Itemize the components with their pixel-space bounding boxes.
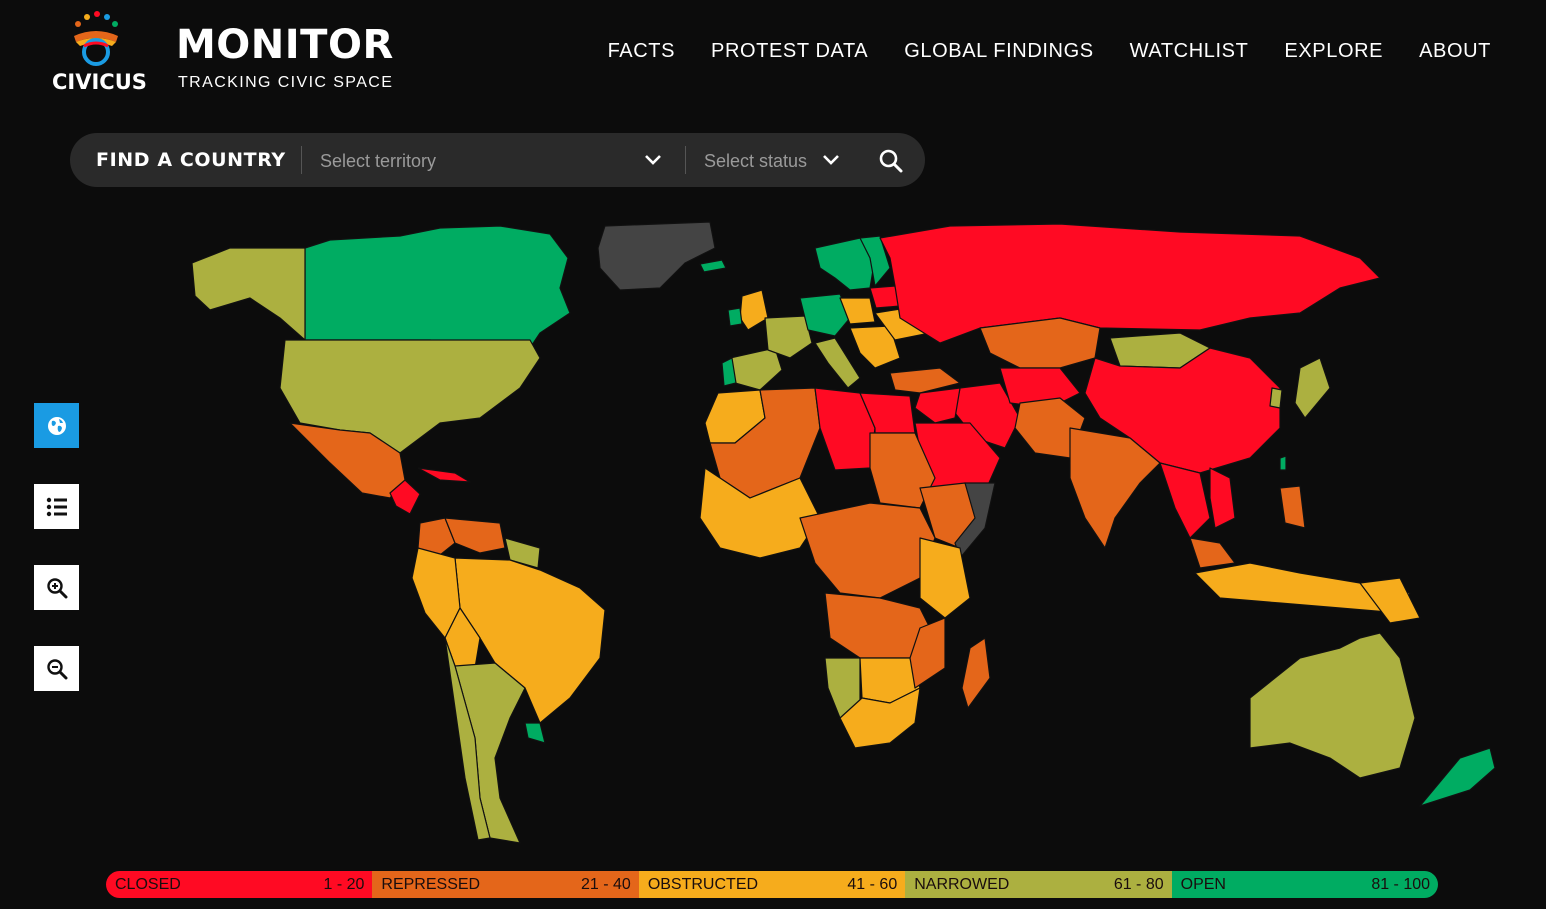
brand-subtitle: TRACKING CIVIC SPACE bbox=[178, 74, 394, 91]
country-ireland bbox=[727, 307, 743, 327]
country-greenland bbox=[597, 221, 716, 291]
find-country-label: FIND A COUNTRY bbox=[96, 149, 286, 171]
zoom-out-button[interactable] bbox=[34, 646, 79, 691]
country-australia bbox=[1249, 632, 1416, 779]
logo-text: CIVICUS bbox=[52, 70, 147, 94]
nav-explore[interactable]: EXPLORE bbox=[1284, 40, 1383, 63]
legend-label: OBSTRUCTED bbox=[647, 875, 759, 893]
country-central-africa bbox=[799, 502, 936, 599]
country-russia bbox=[879, 223, 1381, 344]
country-cuba bbox=[417, 467, 471, 483]
country-madagascar bbox=[961, 637, 991, 709]
country-iceland bbox=[699, 259, 727, 273]
legend-label: CLOSED bbox=[115, 875, 181, 893]
globe-view-button[interactable] bbox=[34, 403, 79, 448]
territory-placeholder: Select territory bbox=[320, 151, 437, 171]
country-uruguay bbox=[524, 722, 546, 744]
status-placeholder: Select status bbox=[704, 151, 808, 171]
country-vietnam bbox=[1209, 467, 1236, 529]
main-nav: FACTS PROTEST DATA GLOBAL FINDINGS WATCH… bbox=[608, 40, 1491, 63]
legend-narrowed[interactable]: NARROWED 61 - 80 bbox=[905, 871, 1172, 898]
logo-mark-icon bbox=[74, 11, 118, 66]
country-south-korea bbox=[1269, 387, 1283, 409]
country-alaska bbox=[191, 247, 306, 341]
legend-label: NARROWED bbox=[914, 875, 1010, 893]
country-kazakhstan bbox=[979, 317, 1101, 369]
civicus-logo[interactable]: CIVICUS bbox=[52, 10, 148, 98]
country-canada bbox=[304, 225, 571, 349]
zoom-in-button[interactable] bbox=[34, 565, 79, 610]
globe-icon bbox=[47, 416, 66, 435]
country-italy bbox=[814, 337, 861, 389]
legend-range: 41 - 60 bbox=[847, 875, 898, 893]
country-malaysia bbox=[1189, 537, 1236, 569]
zoom-out-icon bbox=[46, 658, 67, 679]
legend-label: REPRESSED bbox=[381, 875, 481, 893]
nav-watchlist[interactable]: WATCHLIST bbox=[1130, 40, 1249, 63]
zoom-in-icon bbox=[46, 577, 67, 598]
chevron-down-icon bbox=[645, 155, 661, 165]
brand-title: MONITOR bbox=[176, 22, 394, 68]
country-france bbox=[764, 315, 813, 359]
territory-select[interactable]: Select territory bbox=[302, 133, 664, 187]
country-myanmar-thailand bbox=[1159, 462, 1211, 539]
country-spain bbox=[729, 347, 783, 391]
legend-range: 21 - 40 bbox=[581, 875, 631, 893]
legend-open[interactable]: OPEN 81 - 100 bbox=[1171, 871, 1438, 898]
world-map[interactable] bbox=[100, 218, 1500, 858]
country-philippines bbox=[1279, 485, 1306, 529]
nav-global-findings[interactable]: GLOBAL FINDINGS bbox=[904, 40, 1093, 63]
find-country-bar: FIND A COUNTRY Select territory Select s… bbox=[70, 133, 925, 187]
legend-obstructed[interactable]: OBSTRUCTED 41 - 60 bbox=[638, 871, 906, 898]
country-venezuela bbox=[444, 517, 506, 554]
list-view-button[interactable] bbox=[34, 484, 79, 529]
chevron-down-icon bbox=[823, 155, 839, 165]
list-icon bbox=[46, 497, 67, 516]
status-select[interactable]: Select status bbox=[686, 133, 844, 187]
nav-about[interactable]: ABOUT bbox=[1419, 40, 1491, 63]
legend-label: OPEN bbox=[1180, 875, 1226, 893]
legend: CLOSED 1 - 20 REPRESSED 21 - 40 OBSTRUCT… bbox=[106, 871, 1438, 898]
country-taiwan bbox=[1279, 455, 1287, 471]
country-uk bbox=[739, 289, 769, 331]
legend-range: 81 - 100 bbox=[1371, 875, 1431, 893]
nav-protest-data[interactable]: PROTEST DATA bbox=[711, 40, 868, 63]
legend-closed[interactable]: CLOSED 1 - 20 bbox=[106, 871, 373, 898]
legend-range: 61 - 80 bbox=[1113, 875, 1164, 893]
legend-range: 1 - 20 bbox=[323, 875, 365, 893]
legend-repressed[interactable]: REPRESSED 21 - 40 bbox=[372, 871, 639, 898]
country-iraq-syria bbox=[914, 387, 961, 424]
page: CIVICUS MONITOR TRACKING CIVIC SPACE FAC… bbox=[0, 0, 1546, 909]
search-icon[interactable] bbox=[878, 148, 904, 174]
country-japan bbox=[1294, 357, 1331, 419]
country-new-zealand bbox=[1419, 747, 1496, 807]
nav-facts[interactable]: FACTS bbox=[608, 40, 675, 63]
